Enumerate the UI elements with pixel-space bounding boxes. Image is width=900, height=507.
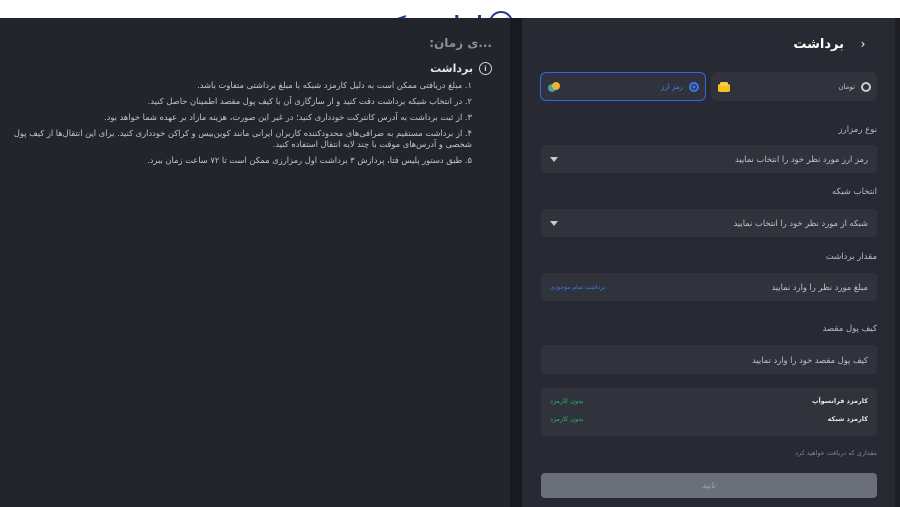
wallet-placeholder: کیف پول مقصد خود را وارد نمایید — [752, 354, 868, 365]
amount-label: مقدار برداشت — [825, 252, 877, 262]
back-arrow-icon[interactable]: ‹ — [854, 35, 872, 53]
radio-toman[interactable] — [861, 81, 871, 92]
fee-key: کارمزد فرانسوآپ — [811, 397, 868, 405]
network-placeholder: شبکه از مورد نظر خود را انتخاب نمایید — [733, 218, 868, 228]
crypto-type-label: نوع رمزارز — [838, 125, 877, 135]
fee-value: بدون کارمزد — [550, 415, 584, 423]
toman-label: تومان — [838, 82, 855, 91]
fee-row: کارمزد شبکه بدون کارمزد — [550, 415, 868, 423]
amount-input[interactable]: مبلغ مورد نظر را وارد نمایید برداشت تمام… — [541, 273, 877, 301]
withdraw-rules-list: ۱. مبلغ دریافتی ممکن است به دلیل کارمزد … — [2, 80, 472, 171]
fee-summary: کارمزد فرانسوآپ بدون کارمزد کارمزد شبکه … — [541, 388, 877, 436]
toman-coins-icon — [718, 81, 730, 92]
info-title: i برداشت — [430, 62, 492, 75]
crypto-label: رمز ارز — [661, 82, 683, 91]
info-title-text: برداشت — [430, 62, 473, 75]
info-heading-faded: ...ی زمان: — [429, 36, 492, 50]
currency-option-crypto[interactable]: رمز ارز — [540, 72, 706, 101]
rule-item: ۲. در انتخاب شبکه برداشت دقت کنید و از س… — [147, 96, 472, 106]
chevron-down-icon — [550, 156, 558, 162]
crypto-type-placeholder: رمز ارز مورد نظر خود را انتخاب نمایید — [735, 154, 868, 164]
rule-item: ۴. از برداشت مستقیم به صرافی‌های محدودکن… — [13, 128, 472, 149]
info-badge-icon: i — [479, 62, 492, 75]
rule-item: ۳. از ثبت برداشت به آدرس کانترکت خودداری… — [104, 112, 472, 122]
crypto-coins-icon — [548, 81, 560, 92]
rule-item: ۵. طبق دستور پلیس فتا، پردازش ۳ برداشت ا… — [147, 155, 472, 165]
network-select[interactable]: شبکه از مورد نظر خود را انتخاب نمایید — [541, 209, 877, 237]
receive-amount-text: مقداری که دریافت خواهید کرد — [795, 449, 877, 457]
panel-divider — [510, 18, 522, 507]
wallet-label: کیف پول مقصد — [822, 324, 877, 334]
radio-crypto[interactable] — [689, 81, 699, 92]
amount-placeholder: مبلغ مورد نظر را وارد نمایید — [771, 282, 868, 292]
fee-value: بدون کارمزد — [550, 397, 584, 405]
confirm-button[interactable]: تایید — [541, 473, 877, 498]
form-title: برداشت — [793, 36, 844, 52]
crypto-type-select[interactable]: رمز ارز مورد نظر خود را انتخاب نمایید — [541, 145, 877, 173]
rule-item: ۱. مبلغ دریافتی ممکن است به دلیل کارمزد … — [197, 80, 472, 90]
withdraw-all-link[interactable]: برداشت تمام موجودی — [550, 284, 605, 291]
wallet-address-input[interactable]: کیف پول مقصد خود را وارد نمایید — [541, 345, 877, 374]
fee-row: کارمزد فرانسوآپ بدون کارمزد — [550, 397, 868, 405]
fee-key: کارمزد شبکه — [827, 415, 868, 423]
scrollbar[interactable] — [895, 18, 900, 507]
form-header: ‹ برداشت — [793, 35, 872, 53]
currency-option-toman[interactable]: تومان — [711, 72, 877, 101]
network-label: انتخاب شبکه — [831, 187, 877, 197]
chevron-down-icon — [550, 220, 558, 226]
